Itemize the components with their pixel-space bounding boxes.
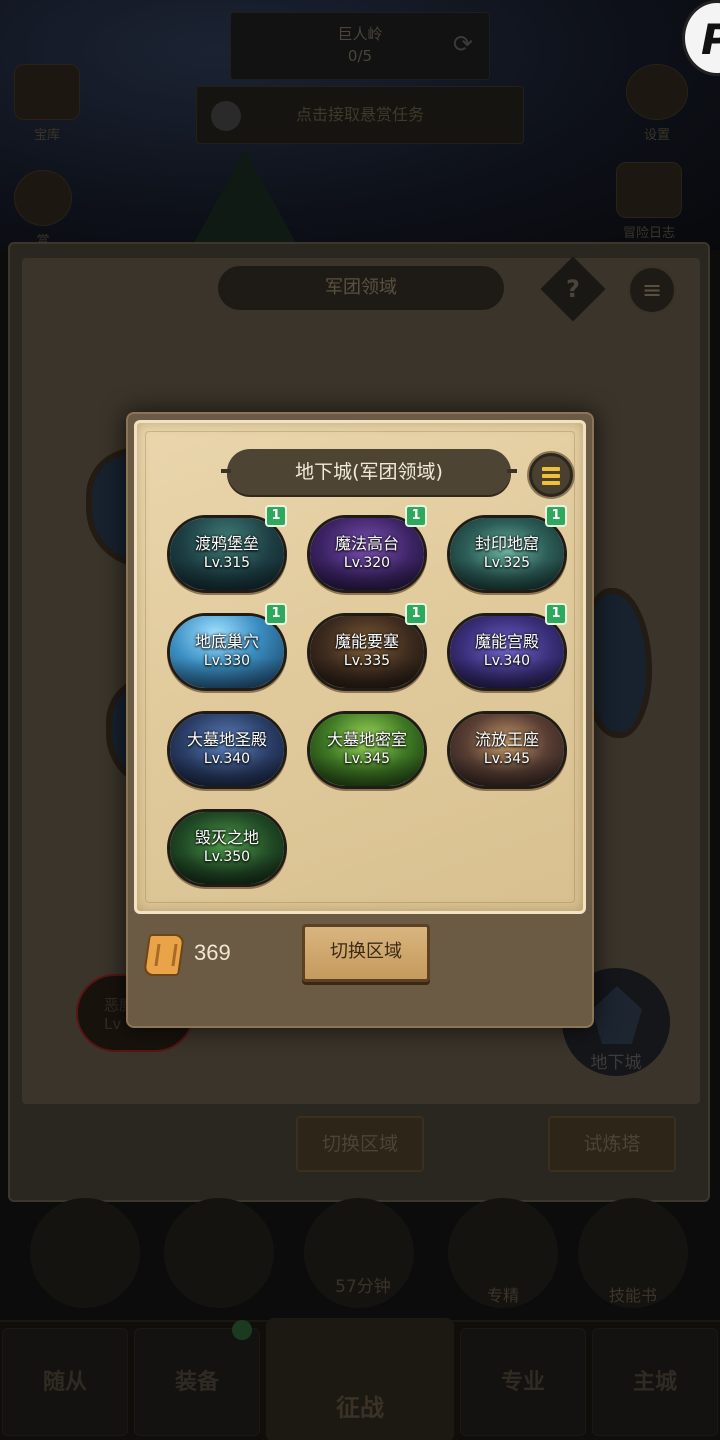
dungeon-name: 魔能要塞	[334, 632, 399, 651]
dungeon-name: 渡鸦堡垒	[194, 534, 259, 553]
dungeon-entry-label: 地下城	[590, 1053, 642, 1073]
swap-icon: ⟳	[452, 30, 473, 58]
book-icon	[616, 162, 682, 218]
dungeon-button[interactable]: 大墓地密室 Lv.345	[307, 711, 427, 789]
dungeon-name: 毁灭之地	[194, 828, 259, 847]
dungeon-level: Lv.345	[483, 751, 531, 767]
pine-tree	[190, 150, 300, 250]
trial-tower-button: 试炼塔	[548, 1116, 676, 1172]
dungeon-name: 大墓地圣殿	[186, 730, 267, 749]
dungeon-select-modal: 地下城(军团领域) 渡鸦堡垒 Lv.315 1 魔法高台 Lv.320 1 封印地窟 Lv.3…	[126, 412, 594, 1028]
notification-dot	[232, 1320, 252, 1340]
dungeon-level: Lv.345	[343, 751, 391, 767]
bounty-task-bar: 点击接取悬赏任务	[196, 86, 524, 144]
feature-icon	[164, 1198, 274, 1308]
task-prompt: 点击接取悬赏任务	[295, 105, 424, 124]
switch-area-button-bg: 切换区域	[296, 1116, 424, 1172]
dungeon-name: 魔法高台	[334, 534, 399, 553]
dungeon-name: 地底巢穴	[194, 632, 259, 651]
question-icon: ?	[566, 275, 580, 303]
attempt-count-badge: 1	[405, 505, 427, 527]
settings-button: 设置	[626, 64, 688, 143]
bottom-nav: 随从 装备 征战 专业 主城	[0, 1318, 720, 1440]
dungeon-button[interactable]: 毁灭之地 Lv.350	[167, 809, 287, 887]
realm-menu-button: ≡	[628, 266, 676, 314]
nav-followers: 随从	[2, 1328, 128, 1436]
realm-title: 军团领域	[218, 266, 504, 310]
dungeon-level: Lv.320	[343, 555, 391, 571]
scroll-currency-amount: 369	[194, 940, 231, 965]
dungeon-level: Lv.315	[203, 555, 251, 571]
region-name: 巨人岭	[337, 25, 383, 43]
dungeon-level: Lv.330	[203, 653, 251, 669]
skill-book-button: 技能书	[578, 1198, 688, 1308]
dungeon-level: Lv.325	[483, 555, 531, 571]
modal-menu-button[interactable]	[529, 453, 573, 497]
treasury-button: 宝库	[14, 64, 80, 143]
parchment-panel: 地下城(军团领域) 渡鸦堡垒 Lv.315 1 魔法高台 Lv.320 1 封印地窟 Lv.3…	[134, 420, 586, 914]
nav-main-city: 主城	[592, 1328, 718, 1436]
switch-area-button[interactable]: 切换区域	[302, 924, 430, 982]
list-menu-icon	[542, 467, 560, 488]
coin-icon	[14, 170, 72, 226]
specialization-button: 专精	[448, 1198, 558, 1308]
timer-text: 57分钟	[335, 1277, 391, 1297]
attempt-count-badge: 1	[545, 505, 567, 527]
adventure-log-label: 冒险日志	[622, 226, 675, 241]
dungeon-name: 流放王座	[474, 730, 539, 749]
help-button: ?	[540, 256, 606, 322]
dungeon-level: Lv.340	[203, 751, 251, 767]
region-progress: 0/5	[347, 47, 373, 65]
dungeon-level: Lv.350	[203, 849, 251, 865]
dungeon-name: 封印地窟	[474, 534, 539, 553]
specialization-label: 专精	[486, 1286, 519, 1305]
modal-title: 地下城(军团领域)	[221, 449, 517, 495]
city-level: Lv	[104, 1015, 122, 1033]
attempt-count-badge: 1	[545, 603, 567, 625]
treasury-label: 宝库	[33, 128, 60, 143]
crystal-icon	[592, 986, 642, 1044]
modal-footer: 369 切换区域	[134, 918, 586, 1018]
scroll-icon	[143, 934, 185, 976]
dungeon-button[interactable]: 大墓地圣殿 Lv.340	[167, 711, 287, 789]
feature-icon	[30, 1198, 140, 1308]
attempt-count-badge: 1	[265, 603, 287, 625]
dungeon-name: 魔能宫殿	[474, 632, 539, 651]
gear-icon	[626, 64, 688, 120]
attempt-count-badge: 1	[405, 603, 427, 625]
adventure-log-button: 冒险日志	[616, 162, 682, 241]
nav-equipment: 装备	[134, 1328, 260, 1436]
treasure-chest-icon	[14, 64, 80, 120]
region-progress-bar: 巨人岭 0/5 ⟳	[230, 12, 490, 80]
nav-profession: 专业	[460, 1328, 586, 1436]
task-icon	[211, 101, 241, 131]
settings-label: 设置	[643, 128, 670, 143]
attempt-count-badge: 1	[265, 505, 287, 527]
dungeon-level: Lv.340	[483, 653, 531, 669]
dungeon-level: Lv.335	[343, 653, 391, 669]
nav-battle: 征战	[266, 1318, 454, 1440]
dungeon-button[interactable]: 流放王座 Lv.345	[447, 711, 567, 789]
skill-book-label: 技能书	[608, 1286, 657, 1305]
dungeon-name: 大墓地密室	[326, 730, 407, 749]
reward-button: 赏	[14, 170, 72, 249]
bottom-feature-icons: 专精 技能书	[0, 1198, 720, 1318]
